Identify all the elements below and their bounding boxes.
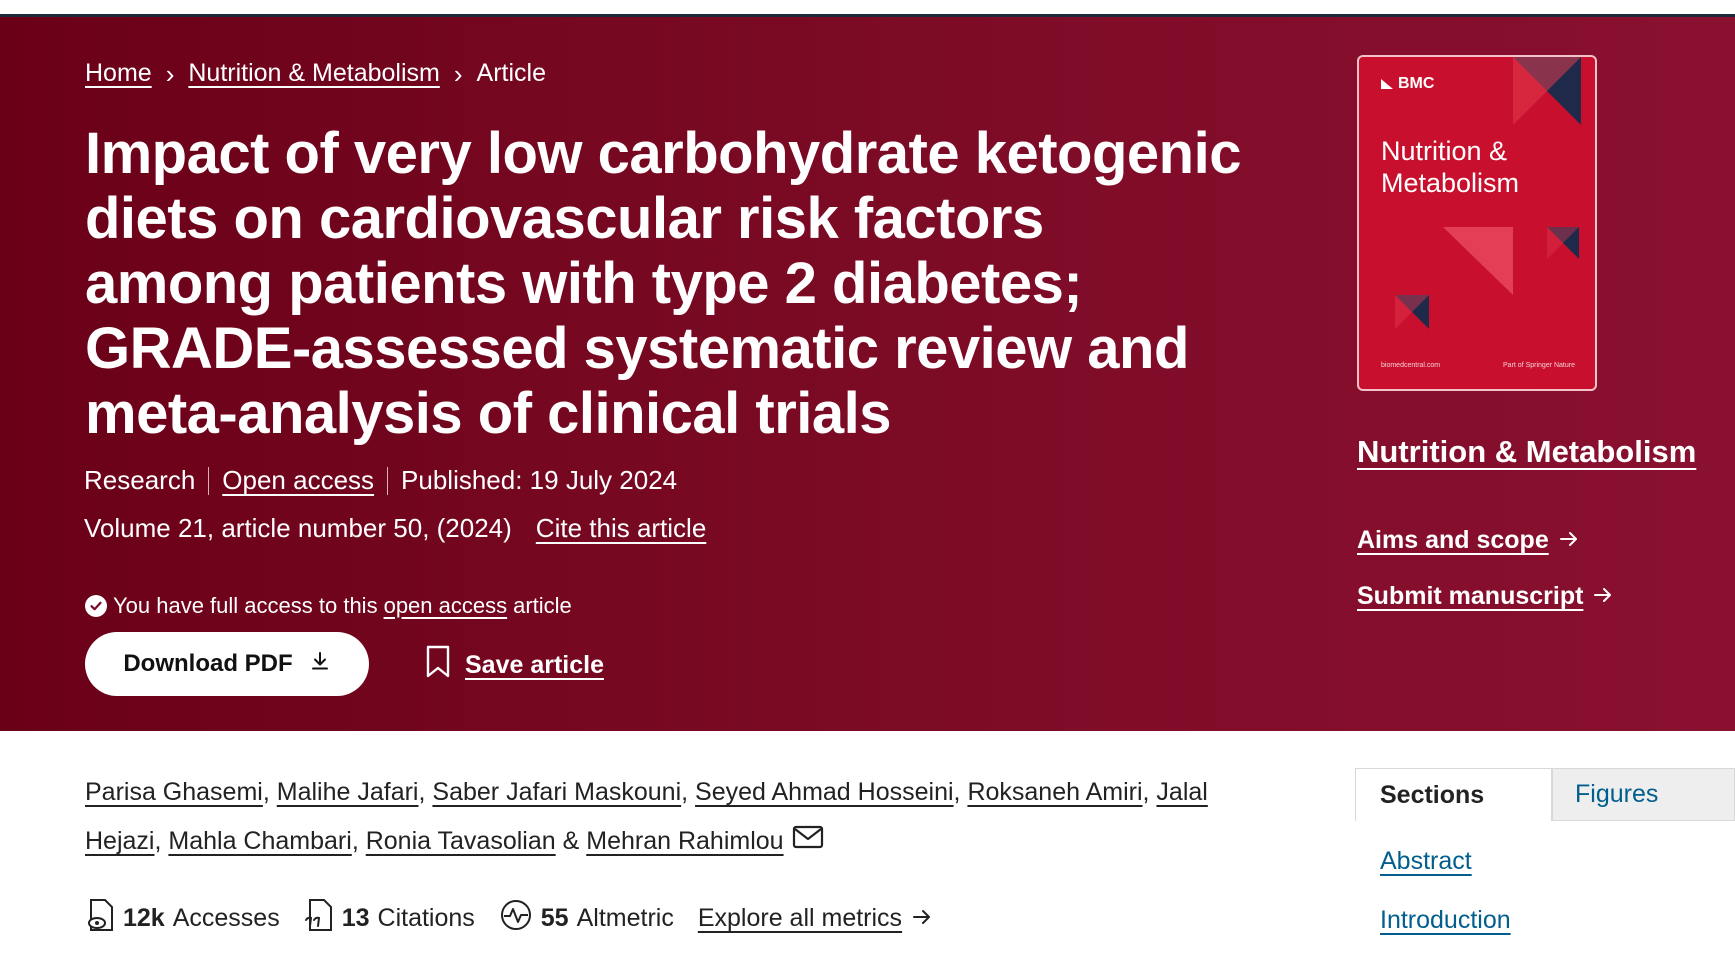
cover-title: Nutrition & Metabolism: [1381, 135, 1519, 199]
cite-article-link[interactable]: Cite this article: [536, 513, 707, 544]
author-link[interactable]: Malihe Jafari: [277, 778, 419, 806]
author-link[interactable]: Ronia Tavasolian: [366, 827, 556, 855]
article-title: Impact of very low carbohydrate ketogeni…: [85, 121, 1241, 446]
cover-shapes: [1395, 57, 1581, 329]
download-pdf-label: Download PDF: [123, 650, 293, 677]
author-link[interactable]: Saber Jafari Maskouni: [432, 778, 681, 806]
arrow-right-icon: [912, 904, 932, 933]
citations-count: 13: [341, 904, 370, 932]
author-list: Parisa Ghasemi, Malihe Jafari, Saber Jaf…: [85, 768, 1235, 867]
metric-citations: 13 Citations: [304, 898, 475, 939]
citations-label: Citations: [377, 904, 475, 932]
submit-manuscript-label: Submit manuscript: [1357, 582, 1584, 610]
aims-scope-link[interactable]: Aims and scope: [1357, 526, 1579, 555]
bmc-logo: BMC: [1381, 75, 1434, 93]
email-icon[interactable]: [792, 818, 824, 867]
save-article-label: Save article: [465, 651, 604, 679]
download-pdf-button[interactable]: Download PDF: [85, 632, 369, 696]
chevron-right-icon: ›: [453, 58, 463, 89]
sidebar-tabs: Sections Figures: [1355, 768, 1735, 821]
metric-accesses: 12k Accesses: [85, 898, 280, 939]
tab-figures[interactable]: Figures: [1552, 768, 1735, 821]
cover-title-line2: Metabolism: [1381, 168, 1520, 198]
breadcrumb: Home › Nutrition & Metabolism › Article: [85, 59, 546, 88]
journal-name-link[interactable]: Nutrition & Metabolism: [1357, 434, 1696, 470]
explore-metrics-label: Explore all metrics: [697, 904, 903, 932]
citations-icon: [304, 898, 334, 939]
explore-metrics-link[interactable]: Explore all metrics: [698, 904, 932, 933]
cover-title-line1: Nutrition &: [1381, 136, 1508, 166]
article-type: Research: [84, 465, 196, 495]
accesses-label: Accesses: [172, 904, 280, 932]
metric-altmetric: 55 Altmetric: [499, 898, 674, 939]
cover-footer-right: Part of Springer Nature: [1503, 362, 1575, 369]
article-metrics: 12k Accesses 13 Citations 55 Altmetric E…: [85, 898, 932, 939]
access-notice-prefix: You have full access to this: [113, 593, 378, 618]
divider: [208, 466, 210, 495]
breadcrumb-journal-link[interactable]: Nutrition & Metabolism: [188, 59, 439, 88]
published-date: Published: 19 July 2024: [401, 465, 678, 495]
author-link[interactable]: Parisa Ghasemi: [85, 778, 263, 806]
cover-footer-left: biomedcentral.com: [1381, 362, 1441, 369]
bookmark-icon: [425, 645, 451, 686]
open-access-link[interactable]: Open access: [222, 465, 374, 496]
accesses-icon: [85, 898, 115, 939]
submit-manuscript-link[interactable]: Submit manuscript: [1357, 582, 1613, 611]
access-notice-suffix: article: [513, 593, 572, 618]
volume-info: Volume 21, article number 50, (2024): [84, 513, 512, 543]
author-link[interactable]: Mehran Rahimlou: [586, 827, 783, 855]
article-meta-volume: Volume 21, article number 50, (2024) Cit…: [84, 513, 706, 544]
author-link[interactable]: Roksaneh Amiri: [967, 778, 1142, 806]
article-header: Home › Nutrition & Metabolism › Article …: [0, 17, 1735, 731]
section-link-introduction[interactable]: Introduction: [1380, 906, 1511, 935]
accesses-count: 12k: [123, 904, 165, 932]
arrow-right-icon: [1593, 582, 1613, 611]
altmetric-icon: [499, 898, 533, 939]
altmetric-count: 55: [540, 904, 569, 932]
access-notice-link[interactable]: open access: [384, 593, 508, 619]
section-link-abstract[interactable]: Abstract: [1380, 847, 1472, 876]
breadcrumb-home-link[interactable]: Home: [85, 59, 152, 88]
author-link[interactable]: Seyed Ahmad Hosseini: [695, 778, 953, 806]
journal-cover[interactable]: BMC Nutrition & Metabolism biomedcentral…: [1357, 55, 1597, 391]
author-link[interactable]: Mahla Chambari: [168, 827, 351, 855]
access-notice: You have full access to this open access…: [85, 593, 572, 619]
top-border: [0, 0, 1735, 17]
bmc-brand: BMC: [1398, 75, 1435, 92]
divider: [387, 466, 389, 495]
aims-scope-label: Aims and scope: [1357, 526, 1549, 554]
arrow-right-icon: [1559, 526, 1579, 555]
chevron-right-icon: ›: [165, 58, 175, 89]
article-meta-type: Research Open access Published: 19 July …: [84, 465, 677, 496]
altmetric-label: Altmetric: [576, 904, 674, 932]
download-icon: [309, 650, 331, 679]
tab-sections[interactable]: Sections: [1355, 768, 1552, 821]
save-article-button[interactable]: Save article: [425, 645, 604, 686]
check-circle-icon: [85, 595, 107, 617]
breadcrumb-current: Article: [476, 59, 546, 87]
